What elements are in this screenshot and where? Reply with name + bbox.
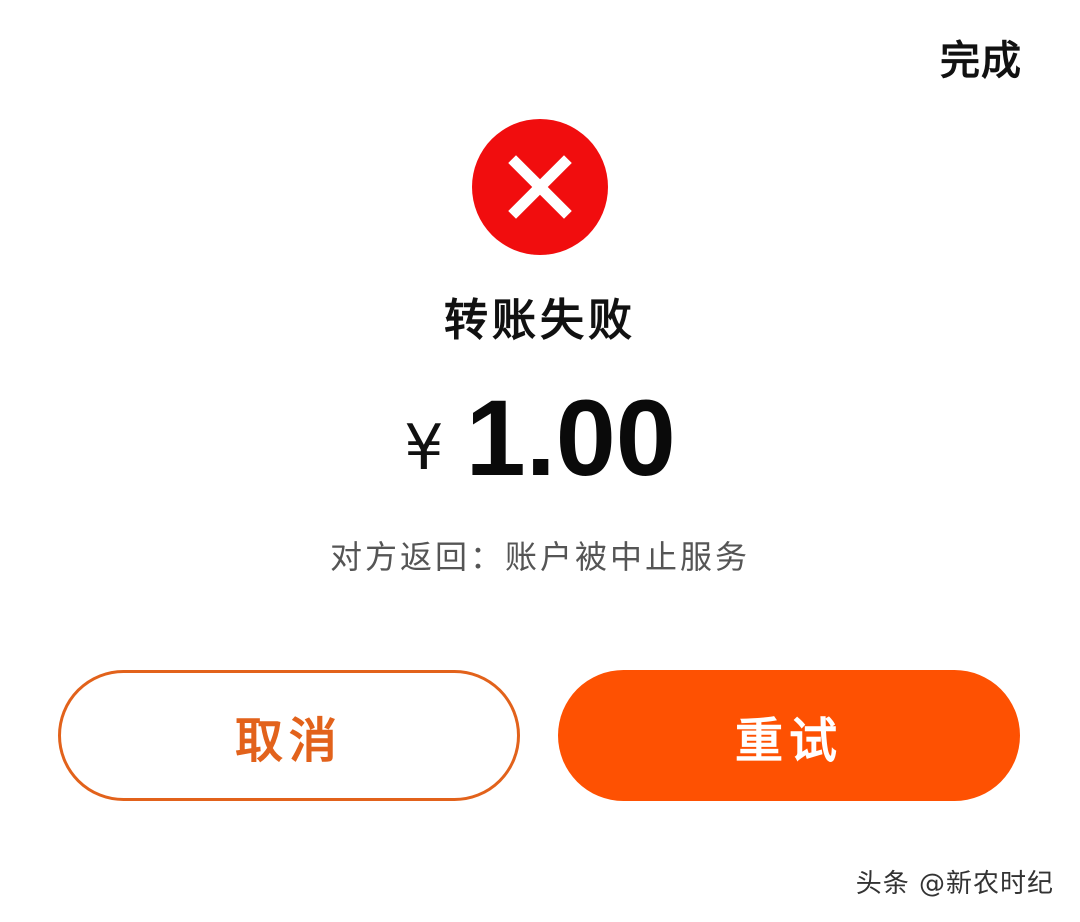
cancel-button[interactable]: 取消 [58,670,520,801]
close-icon [472,119,608,255]
retry-button[interactable]: 重试 [558,670,1020,801]
currency-symbol: ¥ [404,411,444,484]
status-title: 转账失败 [444,295,636,346]
failure-reason: 对方返回：账户被中止服务 [329,538,750,576]
amount-display: ¥ 1.00 [0,384,1080,492]
amount-value: 1.00 [465,377,676,498]
done-button[interactable]: 完成 [940,28,1022,86]
watermark: 头条 @新农时纪 [855,869,1054,899]
error-status-icon [472,119,608,255]
